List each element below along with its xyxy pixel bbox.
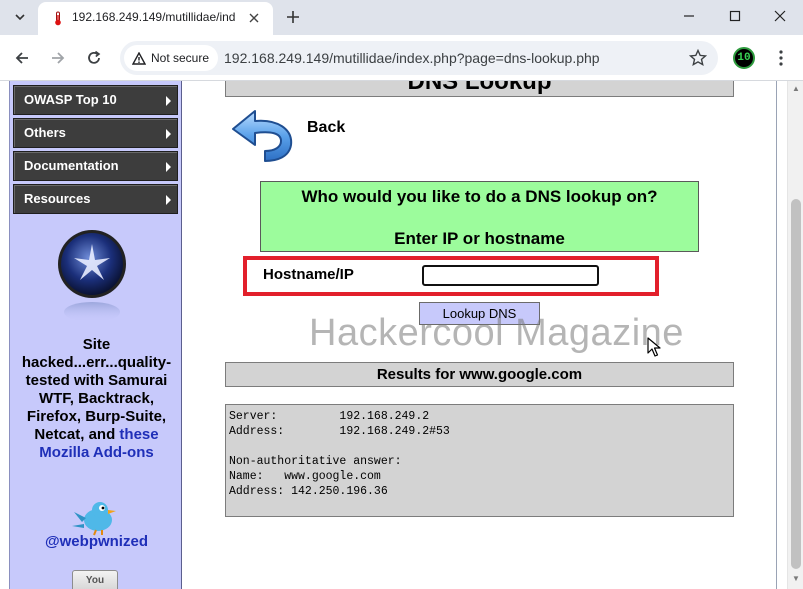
triangle-right-icon: [166, 195, 171, 205]
forward-nav-button[interactable]: [46, 46, 70, 70]
menu-item-documentation[interactable]: Documentation: [13, 151, 178, 181]
warning-icon: [132, 51, 146, 65]
close-icon: [249, 13, 259, 23]
browser-tab[interactable]: 192.168.249.149/mutillidae/ind: [38, 2, 273, 35]
page-content: OWASP Top 10 Others Documentation Resour…: [0, 81, 803, 589]
arrow-left-icon: [15, 52, 28, 64]
extension-icon[interactable]: 10: [733, 47, 755, 69]
tab-title: 192.168.249.149/mutillidae/ind: [72, 10, 236, 24]
thermometer-favicon-icon: [55, 11, 61, 26]
prompt-question: Who would you like to do a DNS lookup on…: [301, 187, 658, 206]
minimize-icon: [684, 15, 694, 17]
owasp-logo-icon: [58, 230, 126, 322]
results-line: Non-authoritative answer:: [229, 455, 402, 468]
scrollbar-thumb[interactable]: [791, 199, 801, 569]
reload-icon: [88, 50, 101, 64]
results-line: Address: 142.250.196.36: [229, 485, 388, 498]
results-line: Server: 192.168.249.2: [229, 410, 430, 423]
menu-item-resources[interactable]: Resources: [13, 184, 178, 214]
arrow-right-icon: [52, 52, 65, 64]
page-title: DNS Lookup: [225, 81, 734, 97]
back-nav-button[interactable]: [10, 46, 34, 70]
back-arrow-icon[interactable]: [229, 107, 297, 163]
browser-menu-button[interactable]: [771, 46, 791, 70]
vertical-scrollbar[interactable]: ▲ ▼: [787, 81, 803, 589]
content-right-border: [776, 81, 777, 589]
new-tab-button[interactable]: [281, 5, 305, 29]
triangle-right-icon: [166, 96, 171, 106]
maximize-icon: [729, 10, 741, 22]
browser-toolbar: Not secure 192.168.249.149/mutillidae/in…: [0, 35, 803, 81]
results-line: Name: www.google.com: [229, 470, 381, 483]
menu-item-label: Documentation: [24, 158, 119, 173]
close-window-button[interactable]: [757, 0, 803, 32]
dns-prompt-box: Who would you like to do a DNS lookup on…: [260, 181, 699, 252]
results-header: Results for www.google.com: [225, 362, 734, 387]
maximize-window-button[interactable]: [712, 0, 758, 32]
url-text[interactable]: 192.168.249.149/mutillidae/index.php?pag…: [224, 50, 600, 66]
menu-item-label: Others: [24, 125, 66, 140]
results-line: [229, 439, 733, 454]
bookmark-button[interactable]: [688, 48, 708, 68]
results-output: Server: 192.168.249.2 Address: 192.168.2…: [225, 404, 734, 517]
reload-button[interactable]: [82, 46, 106, 70]
tab-close-button[interactable]: [245, 9, 263, 27]
address-bar[interactable]: Not secure 192.168.249.149/mutillidae/in…: [120, 41, 718, 75]
sidebar: OWASP Top 10 Others Documentation Resour…: [9, 81, 182, 589]
triangle-right-icon: [166, 129, 171, 139]
plus-icon: [287, 11, 299, 23]
results-line: Address: 192.168.249.2#53: [229, 425, 450, 438]
sidebar-blurb: Site hacked...err...quality-tested with …: [14, 336, 179, 462]
star-icon: [689, 49, 707, 67]
mouse-cursor-icon: [647, 337, 661, 357]
hostname-input[interactable]: [422, 265, 599, 286]
menu-item-label: OWASP Top 10: [24, 92, 117, 107]
tab-search-button[interactable]: [8, 5, 32, 29]
tab-bar: 192.168.249.149/mutillidae/ind: [0, 0, 803, 35]
twitter-handle-link[interactable]: @webpwnized: [14, 533, 179, 550]
menu-item-owasp-top-10[interactable]: OWASP Top 10: [13, 85, 178, 115]
twitter-bird-icon[interactable]: [70, 496, 122, 536]
kebab-menu-icon: [779, 50, 783, 66]
security-chip[interactable]: Not secure: [124, 45, 219, 71]
scroll-down-icon[interactable]: ▼: [792, 575, 800, 583]
close-icon: [774, 10, 786, 22]
triangle-right-icon: [166, 162, 171, 172]
prompt-instruction: Enter IP or hostname: [394, 229, 565, 248]
scroll-up-icon[interactable]: ▲: [792, 85, 800, 93]
minimize-window-button[interactable]: [666, 0, 712, 32]
hostname-label: Hostname/IP: [263, 266, 354, 283]
security-label: Not secure: [151, 51, 210, 65]
chevron-down-icon: [15, 14, 25, 21]
watermark-text: Hackercool Magazine: [309, 312, 684, 354]
menu-item-label: Resources: [24, 191, 91, 206]
back-label[interactable]: Back: [307, 119, 345, 137]
youtube-icon[interactable]: You: [72, 570, 118, 589]
menu-item-others[interactable]: Others: [13, 118, 178, 148]
